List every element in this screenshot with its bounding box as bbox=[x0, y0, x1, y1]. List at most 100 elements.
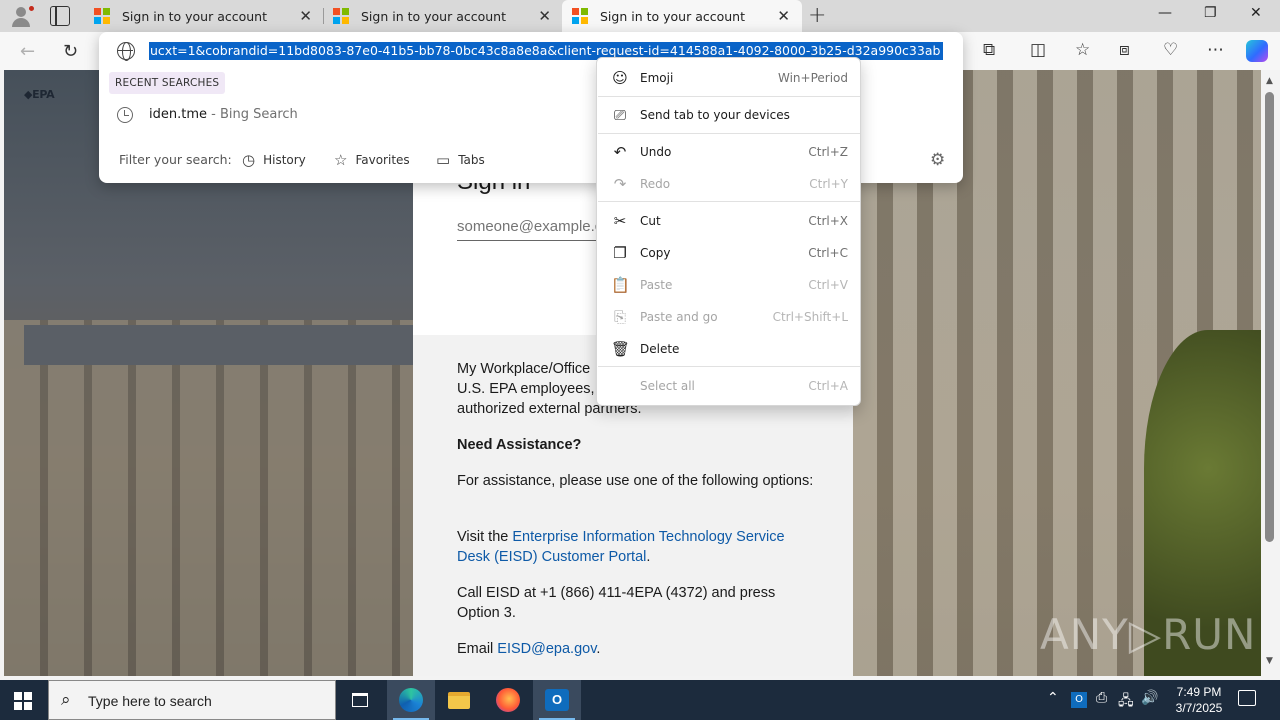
menu-item-delete[interactable]: 🗑 Delete bbox=[597, 334, 862, 364]
menu-item-redo: ↷ Redo Ctrl+Y bbox=[597, 169, 862, 199]
taskbar-outlook[interactable]: O bbox=[533, 680, 581, 720]
menu-shortcut: Win+Period bbox=[777, 71, 848, 85]
anyrun-watermark: ANY▷RUN bbox=[1040, 610, 1257, 659]
emoji-icon: ☺ bbox=[612, 69, 628, 87]
menu-label: Emoji bbox=[640, 71, 674, 85]
copilot-icon[interactable] bbox=[1246, 40, 1268, 62]
network-icon[interactable]: 🖧 bbox=[1118, 690, 1134, 714]
show-hidden-icons-icon[interactable]: ⌃ bbox=[1047, 690, 1059, 706]
taskbar-clock[interactable]: 7:49 PM 3/7/2025 bbox=[1164, 684, 1234, 716]
settings-gear-icon[interactable]: ⚙ bbox=[930, 150, 945, 170]
split-screen-icon[interactable]: ◫ bbox=[1030, 40, 1046, 60]
scroll-thumb[interactable] bbox=[1265, 92, 1274, 542]
tab-title: Sign in to your account bbox=[361, 8, 507, 24]
tab-2[interactable]: Sign in to your account ✕ bbox=[323, 0, 563, 32]
menu-label: Select all bbox=[640, 379, 695, 393]
back-icon[interactable]: ← bbox=[20, 41, 35, 62]
tab-3-active[interactable]: Sign in to your account ✕ bbox=[562, 0, 802, 32]
menu-label: Send tab to your devices bbox=[640, 108, 790, 122]
assist-text: For assistance, please use one of the fo… bbox=[457, 473, 814, 489]
filter-history-button[interactable]: ◷ History bbox=[242, 151, 306, 169]
menu-label: Paste and go bbox=[640, 310, 718, 324]
menu-item-undo[interactable]: ↶ Undo Ctrl+Z bbox=[597, 137, 862, 167]
new-tab-button[interactable]: + bbox=[808, 3, 826, 28]
building-roof bbox=[24, 325, 414, 365]
tab-actions-icon[interactable] bbox=[50, 6, 70, 26]
suggestion-item[interactable]: iden.tme - Bing Search bbox=[100, 100, 600, 130]
history-clock-icon bbox=[117, 107, 133, 123]
taskbar: ⌕ Type here to search O ⌃ O ⎙ 🖧 🔊 7:49 P… bbox=[0, 680, 1280, 720]
tab-1[interactable]: Sign in to your account ✕ bbox=[84, 0, 324, 32]
menu-shortcut: Ctrl+A bbox=[808, 379, 848, 393]
clock-time: 7:49 PM bbox=[1176, 685, 1222, 699]
visit-text: Visit the Enterprise Information Technol… bbox=[457, 527, 817, 567]
task-view-button[interactable] bbox=[336, 680, 384, 720]
extensions-icon[interactable]: ⧉ bbox=[983, 40, 995, 60]
context-menu: ☺ Emoji Win+Period ⎚ Send tab to your de… bbox=[596, 57, 861, 406]
taskbar-search-placeholder: Type here to search bbox=[88, 693, 212, 709]
filter-favorites-label: Favorites bbox=[355, 153, 410, 167]
close-tab-icon[interactable]: ✕ bbox=[538, 7, 551, 25]
menu-label: Cut bbox=[640, 214, 661, 228]
menu-shortcut: Ctrl+C bbox=[808, 246, 848, 260]
menu-item-send-tab[interactable]: ⎚ Send tab to your devices bbox=[597, 100, 862, 130]
favorites-icon[interactable]: ☆ bbox=[1075, 40, 1090, 60]
outlook-tray-icon[interactable]: O bbox=[1071, 692, 1087, 708]
redo-icon: ↷ bbox=[613, 175, 627, 193]
firefox-icon bbox=[496, 688, 520, 712]
menu-shortcut: Ctrl+Shift+L bbox=[772, 310, 848, 324]
close-window-icon[interactable]: ✕ bbox=[1250, 5, 1262, 21]
taskbar-search-box[interactable]: ⌕ Type here to search bbox=[48, 680, 336, 720]
copy-icon: ❐ bbox=[613, 244, 627, 262]
epa-logo: ◆EPA bbox=[24, 88, 55, 101]
scroll-up-icon[interactable]: ▲ bbox=[1266, 76, 1273, 86]
menu-item-copy[interactable]: ❐ Copy Ctrl+C bbox=[597, 238, 862, 268]
taskbar-file-explorer[interactable] bbox=[435, 680, 483, 720]
minimize-icon[interactable]: — bbox=[1158, 5, 1172, 21]
search-icon: ⌕ bbox=[61, 690, 71, 710]
history-icon: ◷ bbox=[242, 151, 256, 169]
filter-tabs-button[interactable]: ▭ Tabs bbox=[436, 151, 485, 169]
edge-icon bbox=[399, 688, 423, 712]
start-button[interactable] bbox=[14, 692, 32, 710]
filter-favorites-button[interactable]: ☆ Favorites bbox=[334, 151, 410, 169]
taskbar-edge[interactable] bbox=[387, 680, 435, 720]
taskbar-firefox[interactable] bbox=[484, 680, 532, 720]
tab-title: Sign in to your account bbox=[122, 8, 268, 24]
email-prefix: Email bbox=[457, 641, 498, 657]
collections-icon[interactable]: ⧈ bbox=[1119, 40, 1130, 60]
tab-title: Sign in to your account bbox=[600, 8, 746, 24]
scroll-down-icon[interactable]: ▼ bbox=[1266, 656, 1273, 666]
email-text: Email EISD@epa.gov. bbox=[457, 639, 817, 659]
suggestion-source: - Bing Search bbox=[207, 107, 298, 122]
send-to-devices-icon: ⎚ bbox=[613, 106, 626, 124]
undo-icon: ↶ bbox=[613, 143, 627, 161]
device-icon[interactable]: ⎙ bbox=[1096, 690, 1107, 706]
refresh-icon[interactable]: ↻ bbox=[63, 41, 78, 62]
restore-icon[interactable]: ❐ bbox=[1204, 5, 1217, 21]
filter-history-label: History bbox=[263, 153, 306, 167]
paste-and-go-icon: ⎘ bbox=[613, 308, 626, 326]
volume-icon[interactable]: 🔊 bbox=[1141, 690, 1158, 706]
menu-label: Paste bbox=[640, 278, 673, 292]
microsoft-logo-icon bbox=[333, 8, 349, 24]
trash-icon: 🗑 bbox=[611, 340, 631, 358]
call-text: Call EISD at +1 (866) 411-4EPA (4372) an… bbox=[457, 585, 776, 621]
close-tab-icon[interactable]: ✕ bbox=[777, 7, 790, 25]
browser-essentials-icon[interactable]: ♡ bbox=[1163, 40, 1178, 60]
suggestion-query: iden.tme bbox=[149, 107, 207, 122]
menu-item-paste-and-go: ⎘ Paste and go Ctrl+Shift+L bbox=[597, 302, 862, 332]
more-options-icon[interactable]: ⋯ bbox=[1207, 40, 1224, 60]
notifications-icon[interactable] bbox=[1238, 690, 1256, 706]
building-image-left bbox=[4, 320, 414, 676]
menu-item-cut[interactable]: ✂ Cut Ctrl+X bbox=[597, 206, 862, 236]
menu-label: Undo bbox=[640, 145, 672, 159]
site-info-icon[interactable] bbox=[117, 42, 135, 61]
filter-label: Filter your search: bbox=[119, 152, 232, 167]
eisd-email-link[interactable]: EISD@epa.gov bbox=[497, 641, 596, 657]
close-tab-icon[interactable]: ✕ bbox=[299, 7, 312, 25]
filter-tabs-label: Tabs bbox=[458, 153, 485, 167]
page-scrollbar[interactable]: ▲ ▼ bbox=[1261, 70, 1280, 676]
profile-avatar[interactable] bbox=[8, 3, 35, 29]
menu-item-emoji[interactable]: ☺ Emoji Win+Period bbox=[597, 63, 862, 93]
